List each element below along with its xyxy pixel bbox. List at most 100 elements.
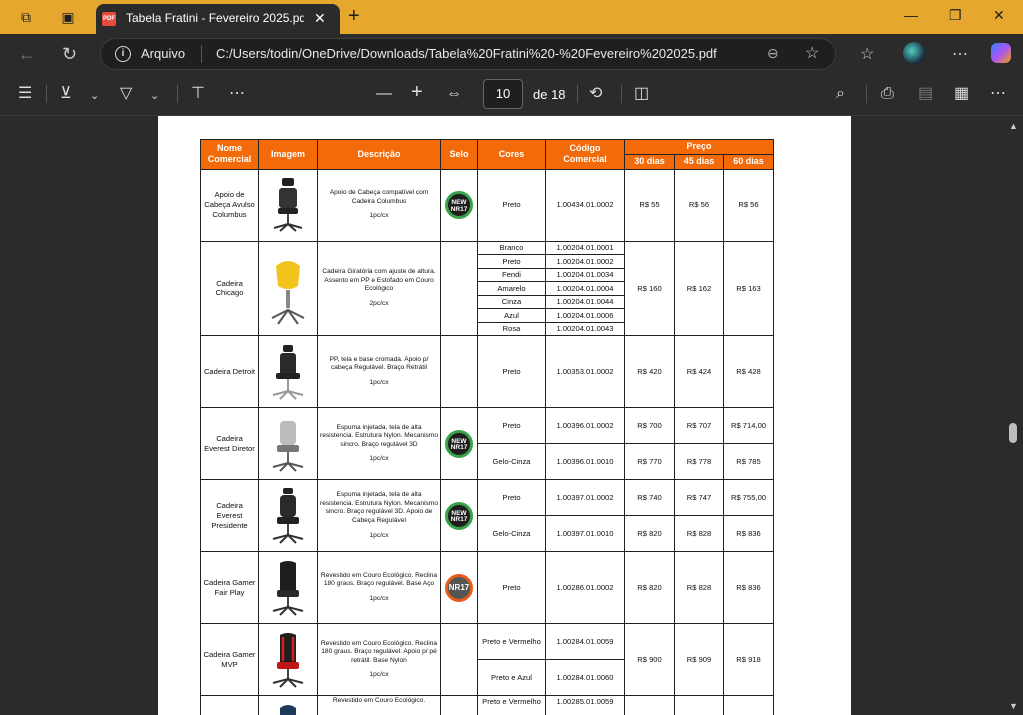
new-tab-icon[interactable]: + <box>348 6 360 26</box>
color-cell: Preto <box>477 168 546 242</box>
color-cell: Gelo-Cinza <box>477 515 546 553</box>
price-30: R$ 160 <box>624 240 675 337</box>
zoom-in-icon[interactable]: + <box>411 82 423 102</box>
workspaces-icon[interactable]: ⧉ <box>18 9 34 25</box>
price-60: R$ 836 <box>723 515 774 553</box>
info-icon[interactable]: i <box>115 46 131 62</box>
minimize-icon[interactable]: — <box>904 7 918 23</box>
page-number-input[interactable]: 10 <box>483 79 523 109</box>
refresh-icon[interactable]: ↻ <box>62 44 77 64</box>
url-field[interactable]: i Arquivo C:/Users/todin/OneDrive/Downlo… <box>100 38 836 70</box>
search-icon[interactable]: ⌕ <box>836 84 845 104</box>
vertical-tabs-icon[interactable]: ▣ <box>60 9 76 25</box>
chair-image <box>272 344 304 400</box>
code-cell: 1.00204.01.0043 <box>545 321 625 337</box>
chair-image <box>271 261 305 326</box>
code-cell: 1.00204.01.0002 <box>545 254 625 269</box>
pdf-toolbar: ☰ ⊻ ⌄ ▽ ⌄ ⊤ ⋯ — + ⇔ 10 de 18 ⟲ ◫ ⌕ ⎙ ▤ ▦… <box>0 74 1023 116</box>
price-30: R$ 900 <box>624 623 675 697</box>
product-description: Espuma injetada, tela de alta resistenci… <box>317 479 441 553</box>
save-as-icon[interactable]: ▦ <box>954 84 969 104</box>
save-icon[interactable]: ▤ <box>918 84 933 104</box>
seal-cell: NEW NR17 <box>440 479 478 553</box>
print-icon[interactable]: ⎙ <box>881 84 894 104</box>
product-image <box>258 335 318 409</box>
price-table: Nome Comercial Imagem Descrição Selo Cor… <box>200 139 774 715</box>
rotate-icon[interactable]: ⟲ <box>589 84 602 104</box>
price-45: R$ 828 <box>674 515 724 553</box>
contents-icon[interactable]: ☰ <box>18 84 32 104</box>
color-cell: Preto <box>477 551 546 625</box>
close-window-icon[interactable]: ✕ <box>993 7 1005 24</box>
zoom-out-icon[interactable]: — <box>376 84 392 104</box>
color-cell: Preto <box>477 335 546 409</box>
seal-cell <box>440 240 478 337</box>
price-45: R$ 778 <box>674 443 724 481</box>
restore-icon[interactable]: ❐ <box>949 7 962 24</box>
chevron-down-icon[interactable]: ⌄ <box>90 86 99 106</box>
table-row: Cadeira Everest Diretor Espuma injetada,… <box>200 407 774 481</box>
table-row: Cadeira Gamer Fair Play Revestido em Cou… <box>200 551 774 625</box>
color-cell: Preto e Azul <box>477 659 546 697</box>
code-cell: 1.00284.01.0060 <box>545 659 625 697</box>
table-row: Cadeira Gamer MVP Revestido em Couro Eco… <box>200 623 774 697</box>
more-tools-icon[interactable]: ⋯ <box>229 84 245 104</box>
draw-icon[interactable]: ▽ <box>120 84 132 104</box>
favorite-star-icon[interactable]: ☆ <box>805 43 819 63</box>
pdf-viewer: Nome Comercial Imagem Descrição Selo Cor… <box>0 116 1023 715</box>
price-60: R$ 428 <box>723 335 774 409</box>
seal-cell <box>440 623 478 697</box>
product-description: Apoio de Cabeça compatível com Cadeira C… <box>317 168 441 242</box>
product-description: Espuma injetada, tela de alta resistenci… <box>317 407 441 481</box>
table-row: Cadeira Everest Presidente Espuma injeta… <box>200 479 774 553</box>
header-nome: Nome Comercial <box>200 139 259 170</box>
vertical-scrollbar[interactable]: ▲ ▼ <box>1005 116 1023 715</box>
page-view-icon[interactable]: ◫ <box>634 84 649 104</box>
highlight-icon[interactable]: ⊻ <box>60 84 72 104</box>
code-cell: 1.00204.01.0001 <box>545 240 625 256</box>
price-60: R$ 755,00 <box>723 479 774 517</box>
tab-active[interactable]: PDF Tabela Fratini - Fevereiro 2025.pdf … <box>96 4 340 34</box>
chevron-down-icon[interactable]: ⌄ <box>150 86 159 106</box>
price-45: R$ 909 <box>674 623 724 697</box>
code-cell: 1.00353.01.0002 <box>545 335 625 409</box>
chair-image <box>272 487 304 544</box>
text-box-icon[interactable]: ⊤ <box>191 84 205 104</box>
price-45 <box>674 695 724 715</box>
code-cell: 1.00284.01.0059 <box>545 623 625 661</box>
more-options-icon[interactable]: ⋯ <box>990 84 1006 104</box>
scrollbar-thumb[interactable] <box>1009 423 1017 443</box>
back-icon[interactable]: ← <box>18 44 36 64</box>
product-description: Revestido em Couro Ecológico. Reclina 18… <box>317 623 441 697</box>
header-selo: Selo <box>440 139 478 170</box>
product-name <box>200 695 259 715</box>
more-menu-icon[interactable]: ⋯ <box>952 44 968 64</box>
price-45: R$ 162 <box>674 240 724 337</box>
color-cell: Amarelo <box>477 281 546 296</box>
header-30-dias: 30 dias <box>624 154 675 170</box>
close-tab-icon[interactable]: ✕ <box>314 10 326 27</box>
code-cell: 1.00204.01.0006 <box>545 308 625 323</box>
table-row: Cadeira Detroit PP, tela e base cromada.… <box>200 335 774 409</box>
code-cell: 1.00434.01.0002 <box>545 168 625 242</box>
scroll-down-icon[interactable]: ▼ <box>1009 701 1018 711</box>
color-cell: Fendi <box>477 267 546 283</box>
copilot-icon[interactable] <box>991 43 1011 63</box>
table-row: Cadeira Chicago Cadeira Giratória com aj… <box>200 240 774 337</box>
favorites-icon[interactable]: ☆ <box>860 44 874 64</box>
color-cell: Preto <box>477 479 546 517</box>
fit-width-icon[interactable]: ⇔ <box>446 84 462 104</box>
url-text[interactable]: C:/Users/todin/OneDrive/Downloads/Tabela… <box>216 46 717 61</box>
zoom-out-icon[interactable]: ⊖ <box>767 45 779 62</box>
address-bar: ← ↻ i Arquivo C:/Users/todin/OneDrive/Do… <box>0 34 1023 74</box>
product-name: Cadeira Detroit <box>200 335 259 409</box>
price-45: R$ 747 <box>674 479 724 517</box>
price-30: R$ 820 <box>624 551 675 625</box>
title-bar: ⧉ ▣ PDF Tabela Fratini - Fevereiro 2025.… <box>0 0 1023 34</box>
scroll-up-icon[interactable]: ▲ <box>1009 121 1018 131</box>
table-row: Revestido em Couro Ecológico. Preto e Ve… <box>200 695 774 715</box>
product-image <box>258 407 318 481</box>
avatar[interactable] <box>903 42 925 64</box>
nr17-seal-badge: NEW NR17 <box>445 501 473 530</box>
price-45: R$ 707 <box>674 407 724 445</box>
